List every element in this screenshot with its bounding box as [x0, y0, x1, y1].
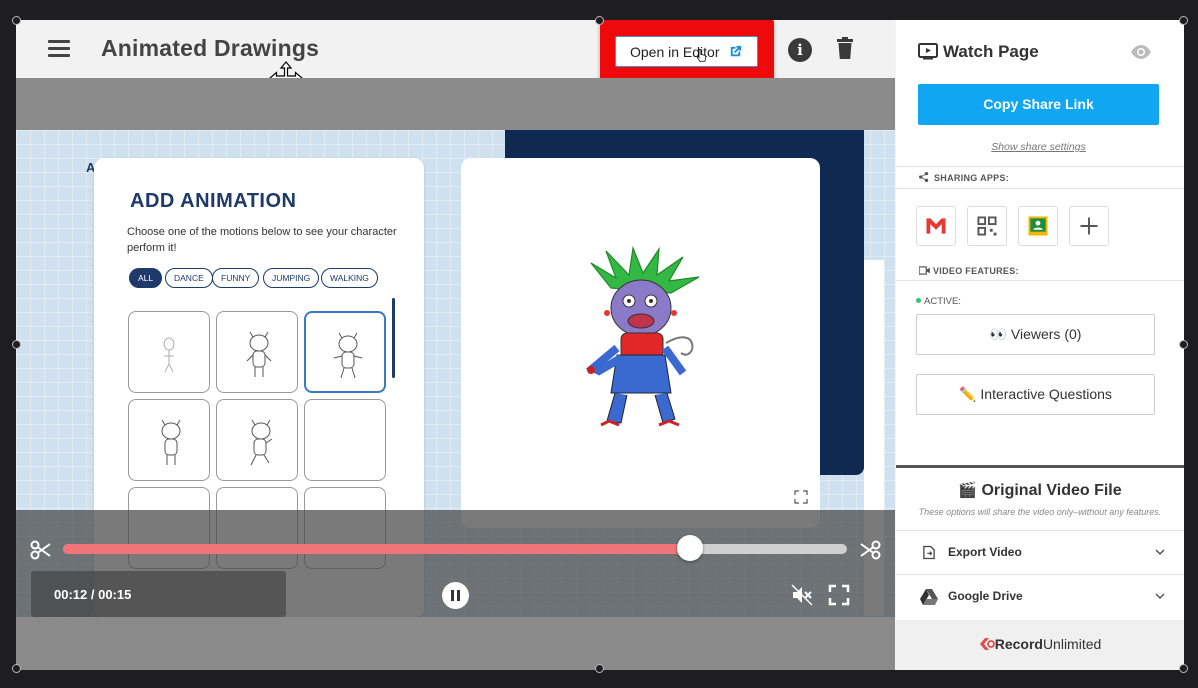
animation-thumbnail[interactable] — [216, 399, 298, 481]
qr-code-icon[interactable] — [967, 206, 1007, 246]
google-drive-label: Google Drive — [948, 589, 1023, 603]
video-features-label: VIDEO FEATURES: — [933, 266, 1019, 276]
eyes-icon: 👀 — [989, 326, 1011, 342]
add-animation-title: ADD ANIMATION — [130, 190, 297, 212]
interactive-questions-label: Interactive Questions — [980, 386, 1112, 402]
resize-handle[interactable] — [595, 664, 604, 673]
filter-chip-all[interactable]: ALL — [129, 268, 163, 288]
viewers-label: Viewers (0) — [1010, 326, 1082, 342]
filter-chip-jumping[interactable]: JUMPING — [263, 268, 320, 288]
gmail-icon[interactable] — [916, 206, 956, 246]
chevron-down-icon — [1155, 549, 1165, 556]
recording-frame: Animated Drawings Open in Editor i A ADD… — [16, 20, 1184, 670]
video-camera-icon — [919, 266, 930, 275]
interactive-questions-button[interactable]: ✏️ Interactive Questions — [916, 374, 1155, 415]
google-classroom-icon[interactable] — [1018, 206, 1058, 246]
eye-icon[interactable] — [1130, 45, 1152, 59]
resize-handle[interactable] — [12, 664, 21, 673]
resize-handle[interactable] — [595, 16, 604, 25]
pause-button[interactable] — [442, 582, 469, 609]
trim-start-icon[interactable] — [30, 539, 52, 561]
sharing-apps-label: SHARING APPS: — [934, 173, 1010, 183]
progress-fill — [63, 544, 691, 554]
original-video-file-label: Original Video File — [981, 482, 1122, 499]
resize-handle[interactable] — [1179, 664, 1188, 673]
watch-page-icon — [918, 43, 938, 60]
character-drawing — [585, 245, 700, 427]
main-area: Animated Drawings Open in Editor i A ADD… — [16, 20, 895, 670]
share-icon — [919, 172, 929, 182]
pencil-icon: ✏️ — [959, 386, 981, 402]
card-scrollbar[interactable] — [392, 298, 395, 378]
active-label: ACTIVE: — [924, 296, 961, 307]
open-in-editor-button[interactable]: Open in Editor — [615, 36, 758, 67]
copy-share-link-button[interactable]: Copy Share Link — [918, 84, 1159, 125]
divider — [896, 188, 1184, 189]
resize-handle[interactable] — [1179, 340, 1188, 349]
filter-chip-dance[interactable]: DANCE — [165, 268, 213, 288]
animation-thumbnail[interactable] — [128, 311, 210, 393]
original-video-subtitle: These options will share the video only–… — [918, 507, 1162, 517]
hand-cursor-icon — [696, 48, 707, 62]
animation-thumbnail[interactable] — [216, 311, 298, 393]
brand-name-bold: Record — [994, 636, 1043, 652]
section-divider — [896, 465, 1184, 468]
filter-chip-funny[interactable]: FUNNY — [212, 268, 260, 288]
add-app-icon[interactable] — [1069, 206, 1109, 246]
viewers-button[interactable]: 👀 Viewers (0) — [916, 314, 1155, 355]
brand-name-light: Unlimited — [1042, 636, 1102, 652]
export-file-icon — [923, 545, 935, 560]
fullscreen-icon[interactable] — [828, 584, 850, 606]
share-sidebar: Watch Page Copy Share Link Show share se… — [896, 20, 1184, 670]
add-animation-description: Choose one of the motions below to see y… — [127, 226, 397, 254]
resize-handle[interactable] — [12, 16, 21, 25]
resize-handle[interactable] — [1179, 16, 1188, 25]
trim-end-icon[interactable] — [859, 539, 881, 561]
export-video-label: Export Video — [948, 545, 1022, 559]
time-display: 00:12 / 00:15 — [54, 587, 132, 602]
expand-icon[interactable] — [794, 490, 808, 504]
active-indicator-dot — [916, 298, 921, 303]
google-drive-icon — [920, 589, 938, 605]
muted-icon[interactable] — [791, 584, 813, 606]
resize-handle[interactable] — [12, 340, 21, 349]
external-link-icon — [730, 45, 742, 57]
character-preview-card — [461, 158, 820, 528]
screen: Animated Drawings Open in Editor i A ADD… — [0, 0, 1198, 688]
bottom-gray-band — [16, 617, 895, 670]
hamburger-menu-icon[interactable] — [48, 40, 70, 58]
export-video-row[interactable]: Export Video — [896, 530, 1184, 574]
divider — [896, 166, 1184, 167]
info-icon[interactable]: i — [788, 38, 812, 62]
progress-knob[interactable] — [677, 535, 704, 561]
brand-logo: RecordUnlimited — [896, 636, 1184, 652]
animation-thumbnail[interactable] — [304, 399, 386, 481]
watch-page-title: Watch Page — [943, 42, 1039, 61]
original-video-file-title: 🎬 Original Video File — [896, 481, 1184, 500]
video-progress-track[interactable] — [63, 544, 847, 554]
trash-icon[interactable] — [836, 37, 854, 59]
clapperboard-icon: 🎬 — [958, 482, 978, 499]
animation-thumbnail[interactable] — [128, 399, 210, 481]
record-unlimited-logo-icon — [979, 638, 995, 650]
divider — [896, 280, 1184, 281]
animation-thumbnail-selected[interactable] — [304, 311, 386, 393]
page-title: Animated Drawings — [101, 35, 320, 61]
show-share-settings-link[interactable]: Show share settings — [896, 141, 1181, 153]
google-drive-row[interactable]: Google Drive — [896, 574, 1184, 618]
gray-band — [16, 78, 895, 130]
filter-chip-walking[interactable]: WALKING — [321, 268, 378, 288]
chevron-down-icon — [1155, 593, 1165, 600]
